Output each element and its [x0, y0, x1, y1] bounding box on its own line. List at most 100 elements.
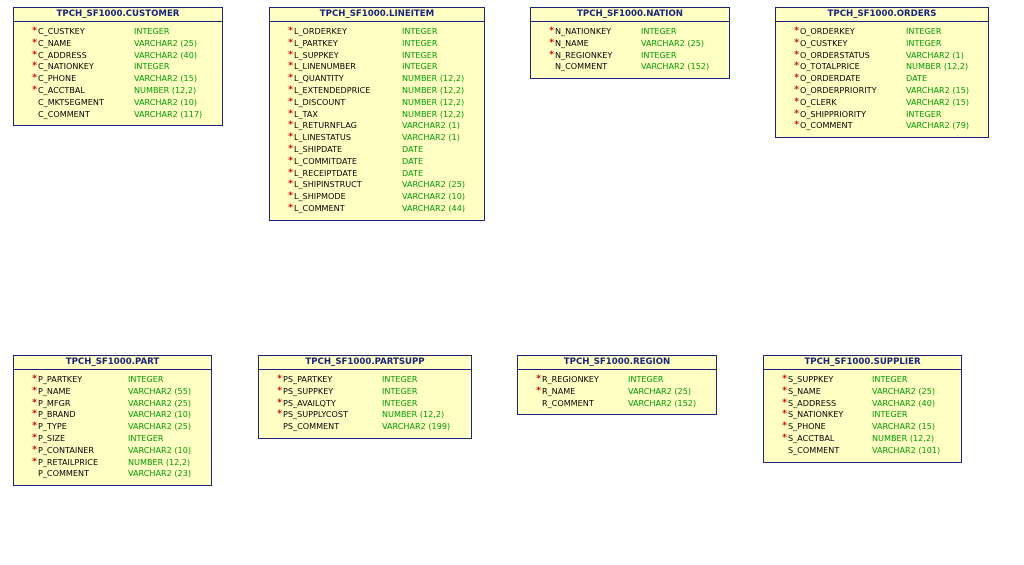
table-entity[interactable]: TPCH_SF1000.PART * P_PARTKEY INTEGER * P_NAME… [13, 355, 212, 487]
column-row[interactable]: * L_SHIPINSTRUCT VARCHAR2 (25) [270, 179, 484, 191]
column-name: O_CUSTKEY [800, 37, 848, 48]
column-row[interactable]: * S_ACCTBAL NUMBER (12,2) [764, 433, 961, 445]
column-row[interactable]: * L_LINENUMBER INTEGER [270, 61, 484, 73]
column-row[interactable]: * L_PARTKEY INTEGER [270, 38, 484, 50]
column-type: INTEGER [402, 49, 438, 60]
required-marker [14, 109, 38, 121]
column-row[interactable]: * L_RECEIPTDATE DATE [270, 168, 484, 180]
column-name: R_REGIONKEY [542, 374, 599, 384]
required-marker: * [794, 108, 799, 119]
column-row[interactable]: * P_SIZE INTEGER [14, 433, 211, 445]
column-name: L_TAX [294, 108, 318, 119]
table-entity[interactable]: TPCH_SF1000.ORDERS * O_ORDERKEY INTEGER * O_C… [775, 7, 989, 139]
column-row[interactable]: * O_ORDERPRIORITY VARCHAR2 (15) [776, 85, 988, 97]
column-name: O_ORDERKEY [800, 26, 855, 36]
column-row[interactable]: * L_COMMITDATE DATE [270, 156, 484, 168]
column-row[interactable]: * S_SUPPKEY INTEGER [764, 374, 961, 386]
column-row[interactable]: * O_ORDERDATE DATE [776, 73, 988, 85]
column-row[interactable]: * L_TAX NUMBER (12,2) [270, 109, 484, 121]
column-row[interactable]: * C_NAME VARCHAR2 (25) [14, 38, 222, 50]
column-type: INTEGER [134, 26, 170, 36]
table-entity[interactable]: TPCH_SF1000.LINEITEM * L_ORDERKEY INTEGER * L… [269, 7, 485, 221]
column-row[interactable]: * N_REGIONKEY INTEGER [531, 50, 729, 62]
required-marker: * [32, 37, 37, 48]
column-row[interactable]: * N_NATIONKEY INTEGER [531, 26, 729, 38]
required-marker: * [277, 397, 282, 408]
column-row[interactable]: * C_PHONE VARCHAR2 (15) [14, 73, 222, 85]
column-type: INTEGER [906, 37, 942, 48]
column-row[interactable]: * P_PARTKEY INTEGER [14, 374, 211, 386]
column-name: O_ORDERPRIORITY [800, 84, 877, 95]
column-row[interactable]: * P_BRAND VARCHAR2 (10) [14, 409, 211, 421]
required-marker: * [277, 385, 282, 396]
column-type: INTEGER [628, 374, 664, 384]
column-row[interactable]: C_MKTSEGMENT VARCHAR2 (10) [14, 97, 222, 109]
column-row[interactable]: * PS_SUPPLYCOST NUMBER (12,2) [259, 409, 471, 421]
column-row[interactable]: * P_NAME VARCHAR2 (55) [14, 386, 211, 398]
column-row[interactable]: * L_LINESTATUS VARCHAR2 (1) [270, 132, 484, 144]
column-row[interactable]: * L_SUPPKEY INTEGER [270, 50, 484, 62]
required-marker: * [32, 49, 37, 60]
column-name: O_CLERK [800, 96, 837, 107]
column-row[interactable]: * R_NAME VARCHAR2 (25) [518, 386, 716, 398]
column-row[interactable]: * PS_PARTKEY INTEGER [259, 374, 471, 386]
column-row[interactable]: * L_SHIPDATE DATE [270, 144, 484, 156]
column-row[interactable]: * S_PHONE VARCHAR2 (15) [764, 421, 961, 433]
column-row[interactable]: * O_CUSTKEY INTEGER [776, 38, 988, 50]
column-row[interactable]: S_COMMENT VARCHAR2 (101) [764, 445, 961, 457]
column-type: VARCHAR2 (152) [628, 397, 697, 408]
column-row[interactable]: * L_COMMENT VARCHAR2 (44) [270, 203, 484, 215]
column-type: DATE [402, 143, 424, 154]
required-marker: * [277, 374, 282, 384]
column-name: L_ORDERKEY [294, 26, 347, 36]
column-row[interactable]: * C_NATIONKEY INTEGER [14, 61, 222, 73]
column-row[interactable]: * P_TYPE VARCHAR2 (25) [14, 421, 211, 433]
column-type: INTEGER [402, 61, 438, 72]
column-row[interactable]: * L_RETURNFLAG VARCHAR2 (1) [270, 120, 484, 132]
column-row[interactable]: * O_TOTALPRICE NUMBER (12,2) [776, 61, 988, 73]
column-name: P_CONTAINER [38, 444, 95, 455]
column-row[interactable]: * P_RETAILPRICE NUMBER (12,2) [14, 457, 211, 469]
column-list: * R_REGIONKEY INTEGER * R_NAME VARCHAR2 (25) R… [518, 370, 716, 414]
column-row[interactable]: * L_DISCOUNT NUMBER (12,2) [270, 97, 484, 109]
table-entity[interactable]: TPCH_SF1000.REGION * R_REGIONKEY INTEGER * R_… [517, 355, 717, 416]
column-row[interactable]: * PS_SUPPKEY INTEGER [259, 386, 471, 398]
column-row[interactable]: N_COMMENT VARCHAR2 (152) [531, 61, 729, 73]
column-row[interactable]: * O_COMMENT VARCHAR2 (79) [776, 120, 988, 132]
column-row[interactable]: * L_EXTENDEDPRICE NUMBER (12,2) [270, 85, 484, 97]
column-row[interactable]: * L_ORDERKEY INTEGER [270, 26, 484, 38]
column-row[interactable]: * L_SHIPMODE VARCHAR2 (10) [270, 191, 484, 203]
column-row[interactable]: * O_ORDERSTATUS VARCHAR2 (1) [776, 50, 988, 62]
column-row[interactable]: * C_ADDRESS VARCHAR2 (40) [14, 50, 222, 62]
column-row[interactable]: * L_QUANTITY NUMBER (12,2) [270, 73, 484, 85]
column-row[interactable]: * R_REGIONKEY INTEGER [518, 374, 716, 386]
table-entity[interactable]: TPCH_SF1000.SUPPLIER * S_SUPPKEY INTEGER * S_… [763, 355, 962, 463]
column-type: NUMBER (12,2) [906, 61, 969, 72]
column-row[interactable]: * C_ACCTBAL NUMBER (12,2) [14, 85, 222, 97]
table-entity[interactable]: TPCH_SF1000.PARTSUPP * PS_PARTKEY INTEGER * P… [258, 355, 472, 439]
column-list: * C_CUSTKEY INTEGER * C_NAME VARCHAR2 (25) * C_… [14, 22, 222, 125]
column-row[interactable]: * S_NAME VARCHAR2 (25) [764, 386, 961, 398]
column-row[interactable]: P_COMMENT VARCHAR2 (23) [14, 468, 211, 480]
column-row[interactable]: R_COMMENT VARCHAR2 (152) [518, 398, 716, 410]
required-marker: * [288, 132, 293, 143]
table-entity[interactable]: TPCH_SF1000.CUSTOMER * C_CUSTKEY INTEGER * C_… [13, 7, 223, 127]
column-name: S_ACCTBAL [788, 432, 835, 443]
column-row[interactable]: * P_CONTAINER VARCHAR2 (10) [14, 445, 211, 457]
column-row[interactable]: * S_ADDRESS VARCHAR2 (40) [764, 398, 961, 410]
column-row[interactable]: * S_NATIONKEY INTEGER [764, 409, 961, 421]
column-row[interactable]: * P_MFGR VARCHAR2 (25) [14, 398, 211, 410]
column-row[interactable]: C_COMMENT VARCHAR2 (117) [14, 109, 222, 121]
column-row[interactable]: * O_ORDERKEY INTEGER [776, 26, 988, 38]
required-marker: * [782, 409, 787, 420]
column-type: VARCHAR2 (152) [641, 61, 710, 72]
column-type: VARCHAR2 (25) [128, 421, 192, 432]
column-row[interactable]: * PS_AVAILQTY INTEGER [259, 398, 471, 410]
table-entity[interactable]: TPCH_SF1000.NATION * N_NATIONKEY INTEGER * N_… [530, 7, 730, 80]
column-row[interactable]: * O_SHIPPRIORITY INTEGER [776, 109, 988, 121]
column-row[interactable]: * C_CUSTKEY INTEGER [14, 26, 222, 38]
column-row[interactable]: * N_NAME VARCHAR2 (25) [531, 38, 729, 50]
column-type: INTEGER [872, 409, 908, 420]
column-row[interactable]: * O_CLERK VARCHAR2 (15) [776, 97, 988, 109]
column-row[interactable]: PS_COMMENT VARCHAR2 (199) [259, 421, 471, 433]
